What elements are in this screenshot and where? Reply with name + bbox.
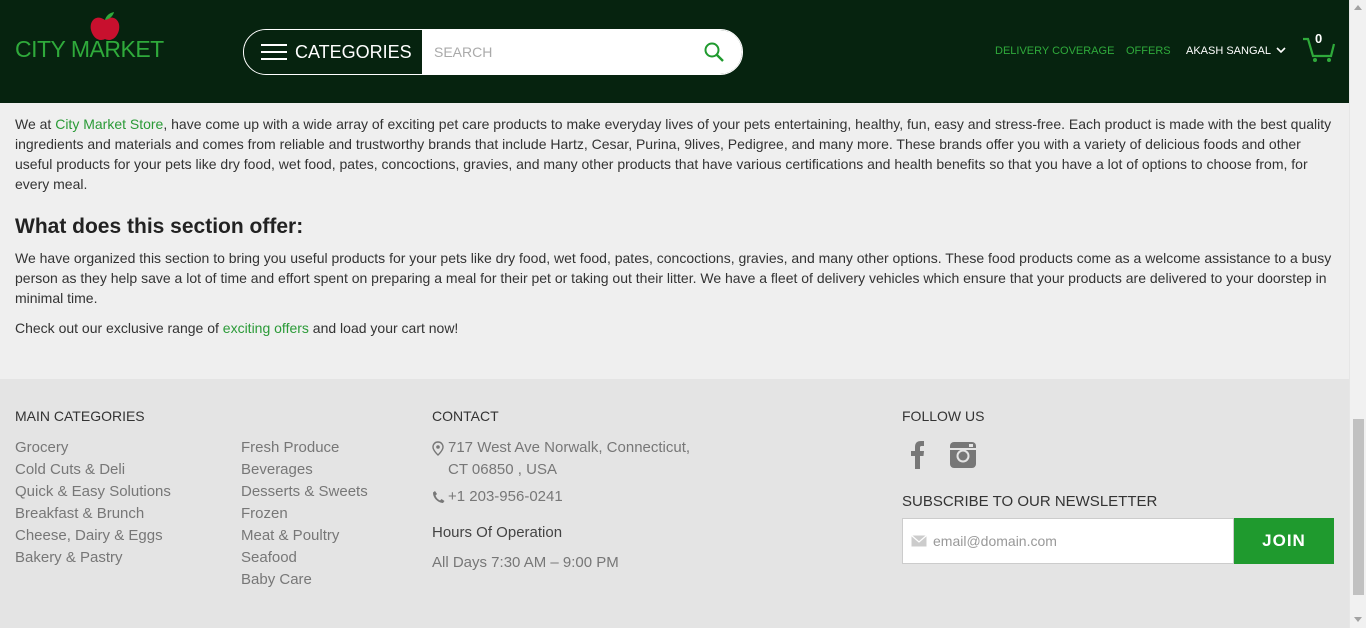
site-footer: MAIN CATEGORIES Grocery Cold Cuts & Deli…: [0, 379, 1349, 628]
offers-text-start: Check out our exclusive range of: [15, 320, 223, 336]
delivery-coverage-link[interactable]: DELIVERY COVERAGE: [995, 45, 1114, 57]
footer-category-link[interactable]: Beverages: [241, 459, 368, 481]
phone-icon: [433, 491, 445, 503]
page-scrollbar[interactable]: [1349, 0, 1366, 628]
address-line2: CT 06850 , USA: [448, 461, 557, 478]
instagram-icon[interactable]: [949, 439, 977, 469]
footer-category-link[interactable]: Meat & Poultry: [241, 525, 368, 547]
section-paragraph: We have organized this section to bring …: [15, 250, 1332, 306]
site-header: CITY MARKET CATEGORIES DELIVERY COVERAGE…: [0, 0, 1349, 103]
footer-category-link[interactable]: Baby Care: [241, 569, 368, 591]
intro-text-rest: , have come up with a wide array of exci…: [15, 116, 1332, 192]
intro-text-start: We at: [15, 116, 56, 132]
hours-title: Hours Of Operation: [432, 524, 563, 541]
scroll-down-arrow-icon[interactable]: [1354, 617, 1362, 622]
section-heading: What does this section offer:: [15, 215, 304, 238]
newsletter-input-wrap: [902, 518, 1234, 564]
footer-category-link[interactable]: Bakery & Pastry: [15, 547, 171, 569]
newsletter-title: SUBSCRIBE TO OUR NEWSLETTER: [902, 493, 1158, 510]
categories-button[interactable]: CATEGORIES: [244, 30, 422, 74]
search-icon: [704, 42, 724, 62]
footer-category-link[interactable]: Breakfast & Brunch: [15, 503, 171, 525]
hours-text: All Days 7:30 AM – 9:00 PM: [432, 554, 619, 571]
facebook-icon[interactable]: [904, 439, 932, 469]
footer-category-link[interactable]: Quick & Easy Solutions: [15, 481, 171, 503]
footer-category-link[interactable]: Grocery: [15, 437, 171, 459]
contact-title: CONTACT: [432, 408, 499, 424]
mail-icon: [911, 535, 927, 547]
categories-list-col1: Grocery Cold Cuts & Deli Quick & Easy So…: [15, 437, 171, 569]
follow-us-title: FOLLOW US: [902, 408, 985, 424]
search-button[interactable]: [694, 30, 734, 74]
categories-label: CATEGORIES: [295, 41, 412, 62]
footer-category-link[interactable]: Fresh Produce: [241, 437, 368, 459]
footer-category-link[interactable]: Cold Cuts & Deli: [15, 459, 171, 481]
user-name: AKASH SANGAL: [1186, 45, 1271, 57]
city-market-logo[interactable]: CITY MARKET: [15, 10, 165, 66]
offers-link[interactable]: OFFERS: [1126, 45, 1171, 57]
main-categories-title: MAIN CATEGORIES: [15, 408, 145, 424]
main-content: We at City Market Store, have come up wi…: [15, 103, 1335, 338]
cart-count: 0: [1315, 31, 1323, 46]
chevron-down-icon: [1276, 47, 1286, 54]
join-button[interactable]: JOIN: [1234, 518, 1334, 564]
footer-category-link[interactable]: Cheese, Dairy & Eggs: [15, 525, 171, 547]
offers-text-end: and load your cart now!: [308, 320, 459, 336]
scroll-up-arrow-icon[interactable]: [1354, 5, 1362, 10]
footer-category-link[interactable]: Desserts & Sweets: [241, 481, 368, 503]
intro-paragraph: We at City Market Store, have come up wi…: [15, 114, 1335, 194]
map-pin-icon: [432, 441, 444, 456]
footer-category-link[interactable]: Seafood: [241, 547, 368, 569]
user-menu[interactable]: AKASH SANGAL: [1186, 45, 1286, 57]
address-line1: 717 West Ave Norwalk, Connecticut,: [448, 439, 691, 456]
footer-category-link[interactable]: Frozen: [241, 503, 368, 525]
hamburger-menu-icon: [261, 44, 287, 60]
city-market-store-link[interactable]: City Market Store: [55, 116, 163, 132]
newsletter-form: JOIN: [902, 518, 1334, 564]
exciting-offers-link[interactable]: exciting offers: [223, 320, 309, 336]
offers-paragraph: Check out our exclusive range of excitin…: [15, 318, 1335, 338]
email-field[interactable]: [933, 533, 1193, 549]
search-bar: CATEGORIES: [243, 29, 743, 75]
phone-number[interactable]: +1 203-956-0241: [448, 486, 563, 508]
scroll-thumb[interactable]: [1353, 419, 1364, 595]
logo-text: CITY MARKET: [15, 36, 164, 62]
search-field-wrap: [422, 30, 742, 74]
categories-list-col2: Fresh Produce Beverages Desserts & Sweet…: [241, 437, 368, 591]
search-input[interactable]: [434, 44, 694, 60]
